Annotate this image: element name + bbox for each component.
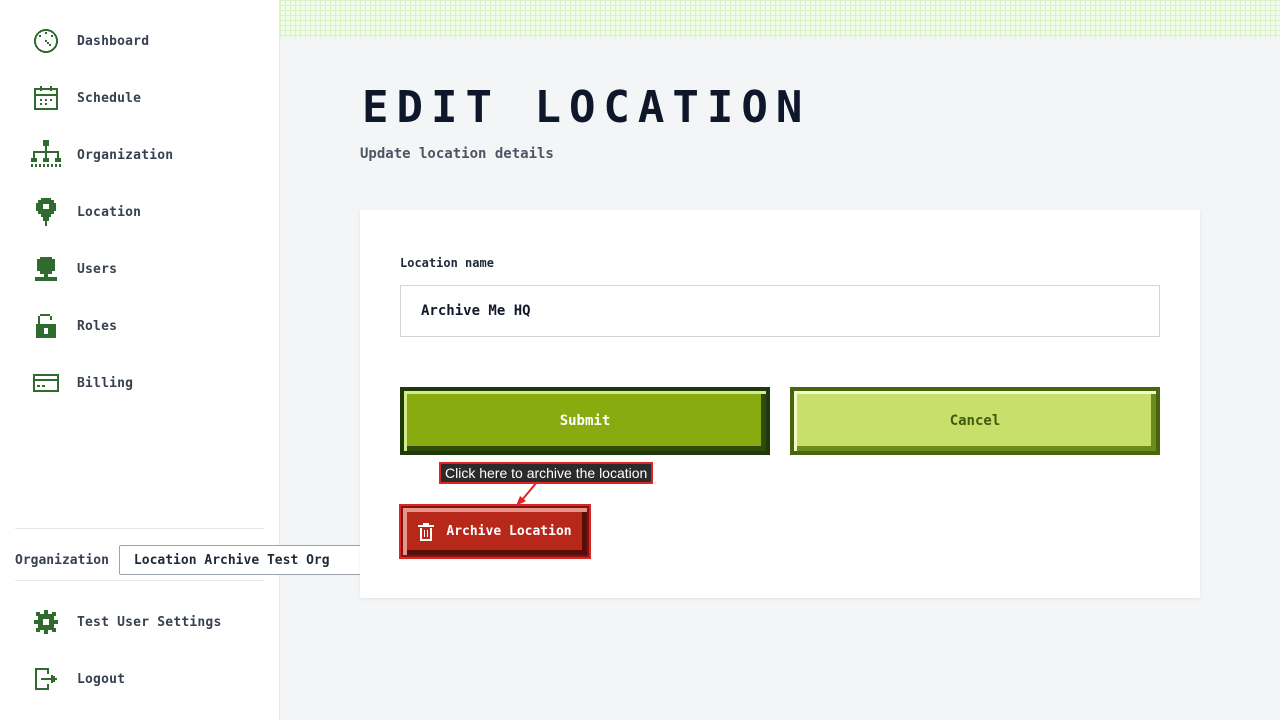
submit-button[interactable]: Submit (400, 387, 770, 455)
organization-select-value: Location Archive Test Org (133, 552, 330, 568)
sidebar-item-label: Users (77, 261, 118, 277)
sidebar-item-location[interactable]: Location (30, 196, 141, 228)
gear-icon (30, 606, 62, 638)
logout-icon (30, 663, 62, 695)
sidebar-item-roles[interactable]: Roles (30, 310, 117, 342)
organization-switcher: Organization Location Archive Test Org (15, 545, 391, 575)
page-subtitle: Update location details (360, 146, 554, 162)
sidebar-item-label: Logout (77, 671, 126, 687)
sidebar-item-label: Dashboard (77, 33, 150, 49)
sidebar-item-label: Billing (77, 375, 134, 391)
org-chart-icon (30, 139, 62, 171)
organization-select[interactable]: Location Archive Test Org (118, 545, 391, 575)
divider (15, 580, 264, 581)
sidebar-item-billing[interactable]: Billing (30, 367, 133, 399)
archive-location-button-face: Archive Location (403, 508, 587, 555)
sidebar-item-label: Test User Settings (77, 614, 222, 630)
sidebar-item-organization[interactable]: Organization (30, 139, 173, 171)
location-name-label: Location name (400, 256, 494, 270)
map-pin-icon (30, 196, 62, 228)
sidebar-item-schedule[interactable]: Schedule (30, 82, 141, 114)
sidebar-item-label: Schedule (77, 90, 142, 106)
decorative-grid-strip (280, 0, 1280, 38)
edit-location-form: Location name Submit Cancel Click here t… (360, 210, 1200, 598)
credit-card-icon (30, 367, 62, 399)
divider (15, 528, 264, 529)
organization-label: Organization (15, 552, 109, 568)
sidebar-item-label: Organization (77, 147, 174, 163)
calendar-icon (30, 82, 62, 114)
sidebar-item-settings[interactable]: Test User Settings (30, 606, 221, 638)
user-icon (30, 253, 62, 285)
trash-icon (418, 522, 435, 541)
archive-location-button[interactable]: Archive Location (399, 504, 591, 559)
location-name-input[interactable] (400, 285, 1160, 337)
sidebar-item-dashboard[interactable]: Dashboard (30, 25, 149, 57)
unlock-icon (30, 310, 62, 342)
page-title: EDIT LOCATION (362, 82, 811, 133)
sidebar-item-logout[interactable]: Logout (30, 663, 125, 695)
sidebar: Dashboard Schedule Organization Location… (0, 0, 391, 720)
sidebar-item-users[interactable]: Users (30, 253, 117, 285)
sidebar-item-label: Location (77, 204, 142, 220)
dashboard-icon (30, 25, 62, 57)
cancel-button[interactable]: Cancel (790, 387, 1160, 455)
sidebar-item-label: Roles (77, 318, 118, 334)
archive-location-label: Archive Location (446, 524, 572, 539)
